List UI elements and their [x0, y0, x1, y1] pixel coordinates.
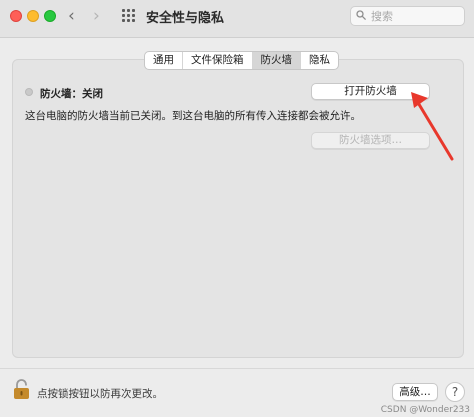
title-bar: ‹ › 安全性与隐私 — [0, 0, 474, 38]
watermark: CSDN @Wonder233 — [380, 405, 470, 415]
tab-bar: 通用 文件保险箱 防火墙 隐私 — [144, 51, 339, 70]
close-button[interactable] — [10, 10, 22, 22]
zoom-button[interactable] — [44, 10, 56, 22]
firewall-panel — [12, 59, 464, 358]
advanced-button[interactable]: 高级… — [392, 383, 438, 401]
lock-hint: 点按锁按钮以防再次更改。 — [37, 388, 163, 400]
search-field[interactable] — [350, 6, 465, 26]
grid-icon[interactable] — [122, 9, 135, 22]
tab-general[interactable]: 通用 — [145, 52, 183, 69]
tab-filevault[interactable]: 文件保险箱 — [183, 52, 253, 69]
search-icon — [356, 10, 366, 20]
status-indicator — [25, 88, 33, 96]
firewall-status: 防火墙：关闭 — [40, 88, 103, 100]
tab-firewall[interactable]: 防火墙 — [252, 52, 301, 69]
chevron-right-icon[interactable]: › — [93, 6, 100, 26]
annotation-arrow-icon — [411, 92, 454, 161]
chevron-left-icon[interactable]: ‹ — [68, 6, 75, 26]
footer-divider — [0, 368, 474, 369]
window-title: 安全性与隐私 — [146, 11, 225, 26]
search-input[interactable] — [371, 8, 459, 24]
firewall-description: 这台电脑的防火墙当前已关闭。到这台电脑的所有传入连接都会被允许。 — [25, 110, 361, 122]
minimize-button[interactable] — [27, 10, 39, 22]
help-button[interactable]: ? — [445, 382, 465, 402]
preferences-window: ‹ › 安全性与隐私 通用 文件保险箱 防火墙 隐私 防火墙：关闭 打开防火墙 … — [0, 0, 474, 417]
lock-icon[interactable] — [13, 379, 30, 400]
tab-privacy[interactable]: 隐私 — [301, 52, 338, 69]
